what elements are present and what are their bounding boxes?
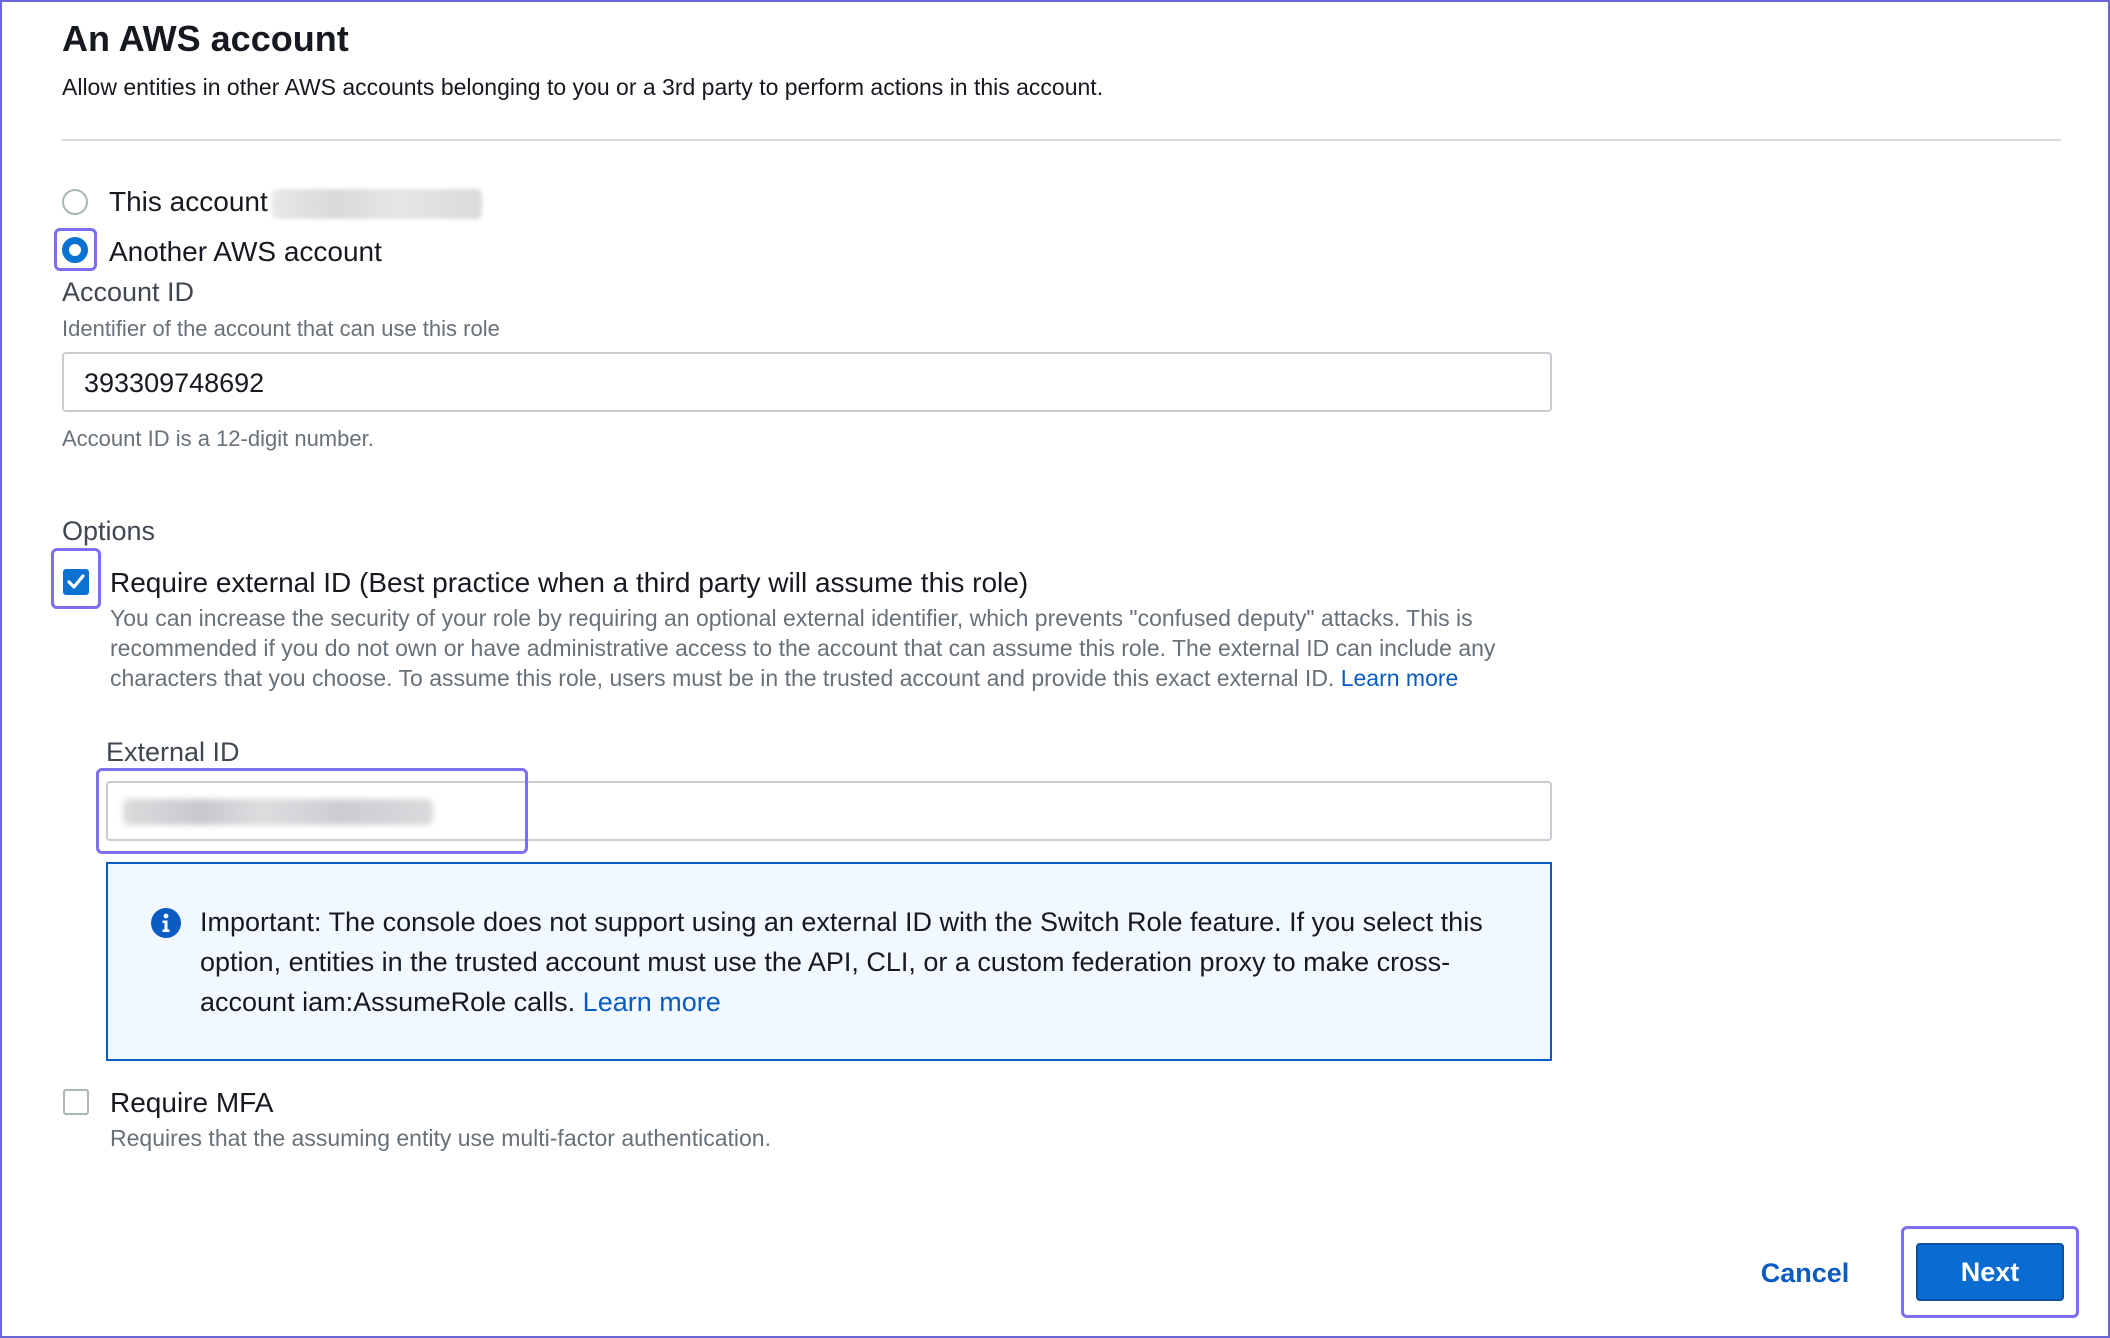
info-alert: Important: The console does not support … — [106, 862, 1552, 1061]
this-account-radio[interactable] — [62, 189, 88, 215]
another-account-label: Another AWS account — [109, 236, 382, 267]
require-external-id-label: Require external ID (Best practice when … — [110, 567, 1029, 598]
require-mfa-label: Require MFA — [110, 1087, 274, 1118]
account-id-input[interactable]: 393309748692 — [62, 352, 1552, 412]
section-subtitle: Allow entities in other AWS accounts bel… — [62, 74, 1104, 100]
external-id-description-text: You can increase the security of your ro… — [110, 605, 1496, 691]
info-alert-learn-more-link[interactable]: Learn more — [583, 987, 721, 1017]
account-id-label: Account ID — [62, 277, 195, 307]
info-alert-text: Important: The console does not support … — [200, 907, 1483, 1017]
this-account-label: This account — [109, 186, 268, 217]
this-account-option: This account — [109, 186, 482, 219]
another-account-radio[interactable] — [62, 237, 88, 263]
redacted-account-number — [271, 188, 482, 219]
external-id-description: You can increase the security of your ro… — [110, 603, 1560, 693]
external-id-highlight — [96, 768, 528, 854]
external-id-field-label: External ID — [106, 737, 240, 767]
divider — [62, 139, 2061, 141]
account-id-description: Identifier of the account that can use t… — [62, 316, 500, 341]
section-title: An AWS account — [62, 18, 349, 59]
external-id-learn-more-link[interactable]: Learn more — [1341, 665, 1459, 691]
require-external-id-checkbox[interactable] — [63, 569, 89, 595]
options-heading: Options — [62, 516, 156, 546]
info-icon — [151, 908, 181, 938]
require-mfa-description: Requires that the assuming entity use mu… — [110, 1125, 771, 1151]
cancel-button[interactable]: Cancel — [1740, 1245, 1870, 1301]
require-mfa-checkbox[interactable] — [63, 1089, 89, 1115]
account-id-constraint: Account ID is a 12-digit number. — [62, 426, 374, 451]
info-alert-message: Important: The console does not support … — [200, 902, 1520, 1022]
checkmark-icon — [67, 574, 85, 589]
next-button[interactable]: Next — [1916, 1243, 2064, 1301]
account-id-value: 393309748692 — [84, 368, 265, 398]
